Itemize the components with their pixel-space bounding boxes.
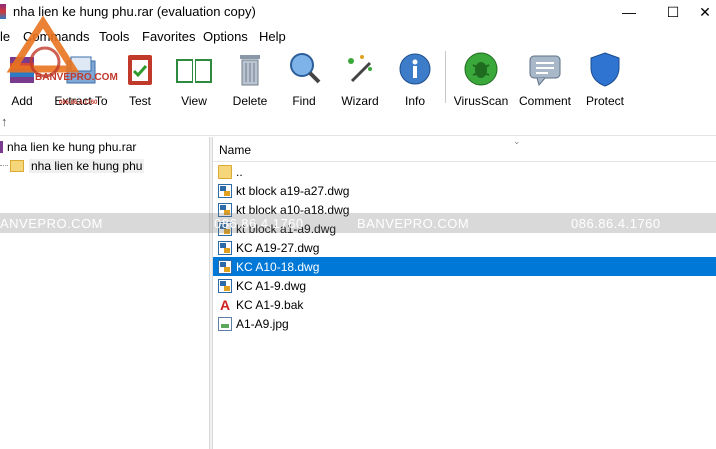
dwg-file-icon	[218, 240, 232, 255]
info-button[interactable]: Info	[397, 47, 433, 108]
comment-label: Comment	[518, 94, 571, 108]
wizard-label: Wizard	[341, 94, 379, 108]
file-list: Name ⌄ .. kt block a19-a27.dwg kt block a1…	[213, 136, 716, 449]
info-icon	[397, 51, 433, 87]
test-button[interactable]: Test	[122, 47, 158, 108]
protect-label: Protect	[585, 94, 624, 108]
toolbar-separator	[445, 51, 446, 103]
menu-options[interactable]: Options	[203, 29, 248, 44]
bug-shield-icon	[463, 51, 499, 87]
menu-tools[interactable]: Tools	[99, 29, 129, 44]
test-clipboard-icon	[122, 51, 158, 87]
dwg-file-icon	[218, 221, 232, 236]
file-name: kt block a10-a18.dwg	[236, 202, 350, 217]
tree-item-folder[interactable]: nha lien ke hung phu	[0, 157, 145, 174]
tree-dotted-line	[0, 165, 8, 166]
add-label: Add	[11, 94, 33, 108]
file-name: A1-A9.jpg	[236, 316, 289, 331]
virusscan-label: VirusScan	[453, 94, 509, 108]
view-button[interactable]: View	[174, 47, 214, 108]
close-button[interactable]: ✕	[694, 0, 716, 24]
image-file-icon	[218, 316, 232, 331]
file-row[interactable]: kt block a10-a18.dwg	[213, 200, 716, 219]
folder-icon	[10, 159, 24, 172]
comment-button[interactable]: Comment	[517, 47, 573, 108]
file-name: KC A1-9.bak	[236, 297, 304, 312]
file-row[interactable]: kt block a19-a27.dwg	[213, 181, 716, 200]
file-row[interactable]: A KC A1-9.bak	[213, 295, 716, 314]
file-row[interactable]: KC A19-27.dwg	[213, 238, 716, 257]
shield-icon	[587, 51, 623, 87]
folder-tree: nha lien ke hung phu.rar nha lien ke hun…	[0, 137, 209, 449]
menu-bar: le Commands Tools Favorites Options Help	[0, 26, 716, 46]
logo-text: BANVEPRO.COM	[35, 72, 118, 83]
maximize-button[interactable]: ☐	[650, 0, 696, 24]
minimize-button[interactable]: —	[606, 0, 652, 24]
file-row[interactable]: ..	[213, 162, 716, 181]
wizard-button[interactable]: Wizard	[339, 47, 381, 108]
list-header: Name ⌄	[213, 136, 716, 162]
address-bar: ↑	[0, 111, 716, 136]
title-bar: nha lien ke hung phu.rar (evaluation cop…	[0, 0, 716, 24]
logo-phone: 086.86.4.1760	[59, 100, 98, 106]
sort-chevron-icon: ⌄	[513, 136, 521, 146]
magnifier-icon	[286, 51, 322, 87]
info-label: Info	[404, 94, 425, 108]
virusscan-button[interactable]: VirusScan	[453, 47, 509, 108]
file-name: KC A1-9.dwg	[236, 278, 307, 293]
autocad-bak-icon: A	[219, 296, 231, 313]
tree-root-label: nha lien ke hung phu.rar	[7, 140, 137, 154]
dwg-file-icon	[218, 278, 232, 293]
test-label: Test	[128, 94, 151, 108]
find-button[interactable]: Find	[286, 47, 322, 108]
trash-can-icon	[232, 51, 268, 87]
dwg-file-icon	[218, 183, 232, 198]
file-name: ..	[236, 164, 243, 179]
file-name: KC A10-18.dwg	[236, 259, 320, 274]
protect-button[interactable]: Protect	[584, 47, 626, 108]
menu-favorites[interactable]: Favorites	[142, 29, 195, 44]
view-label: View	[181, 94, 207, 108]
file-row[interactable]: KC A10-18.dwg	[213, 257, 716, 276]
delete-button[interactable]: Delete	[231, 47, 269, 108]
file-name: kt block a1-a9.dwg	[236, 221, 337, 236]
find-label: Find	[292, 94, 316, 108]
folder-icon	[218, 164, 232, 179]
column-header-name[interactable]: Name	[219, 143, 251, 157]
delete-label: Delete	[232, 94, 268, 108]
file-row[interactable]: KC A1-9.dwg	[213, 276, 716, 295]
dwg-file-icon	[218, 259, 232, 274]
archive-icon	[0, 141, 3, 153]
file-name: kt block a19-a27.dwg	[236, 183, 350, 198]
file-row[interactable]: A1-A9.jpg	[213, 314, 716, 333]
file-row[interactable]: kt block a1-a9.dwg	[213, 219, 716, 238]
magic-wand-icon	[342, 51, 378, 87]
up-arrow-icon[interactable]: ↑	[1, 114, 8, 129]
menu-help[interactable]: Help	[259, 29, 286, 44]
dwg-file-icon	[218, 202, 232, 217]
tree-child-label: nha lien ke hung phu	[29, 158, 145, 173]
file-name: KC A19-27.dwg	[236, 240, 320, 255]
comment-icon	[527, 51, 563, 87]
tree-item-archive[interactable]: nha lien ke hung phu.rar	[0, 140, 136, 154]
view-book-icon	[174, 51, 214, 87]
watermark-logo: BANVEPRO.COM 086.86.4.1760	[3, 14, 118, 106]
